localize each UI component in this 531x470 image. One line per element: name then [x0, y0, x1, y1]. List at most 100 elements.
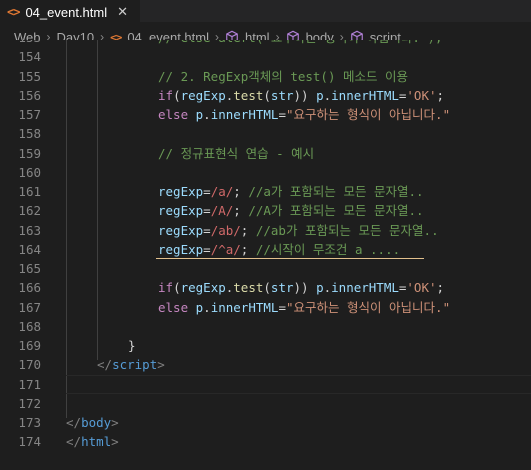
- code-line[interactable]: 161 regExp=/a/; //a가 포함되는 모든 문자열..: [0, 182, 531, 201]
- code-line[interactable]: 169}: [0, 336, 531, 355]
- code-token: .: [203, 107, 211, 122]
- code-token: ;: [240, 241, 256, 257]
- code-token: /^a/: [210, 241, 241, 257]
- code-text: }: [128, 336, 136, 355]
- code-line[interactable]: 171: [0, 374, 531, 394]
- code-line[interactable]: 155 // 2. RegExp객체의 test() 메소드 이용: [0, 67, 531, 86]
- code-token: </: [66, 434, 82, 450]
- code-text: regExp=/a/; //a가 포함되는 모든 문자열..: [158, 182, 424, 201]
- current-line-highlight: [66, 374, 531, 394]
- tab-04-event-html[interactable]: <> 04_event.html ✕: [0, 0, 140, 23]
- code-token: p: [316, 87, 324, 103]
- code-text: else p.innerHTML="요구하는 형식이 아닙니다.": [158, 298, 450, 317]
- code-editor-window: <> 04_event.html ✕ Web › Day10 › <> 04_e…: [0, 0, 531, 470]
- tab-bar: <> 04_event.html ✕: [0, 0, 531, 23]
- code-text: // else alert('요구하는 형식이 아닙니다.');: [158, 40, 443, 47]
- code-token: regExp: [180, 87, 226, 103]
- code-text: if(regExp.test(str)) p.innerHTML='OK';: [158, 86, 444, 105]
- code-text: regExp=/^a/; //시작이 무조건 a ....: [158, 240, 400, 259]
- line-number: 168: [18, 318, 41, 334]
- code-token: str: [270, 87, 294, 103]
- code-token: =: [203, 241, 211, 257]
- code-token: innerHTML: [331, 280, 399, 296]
- code-line[interactable]: 160: [0, 163, 531, 182]
- code-token: regExp: [158, 203, 204, 219]
- code-token: )): [293, 87, 317, 103]
- code-line[interactable]: 162 regExp=/A/; //A가 포함되는 모든 문자열..: [0, 201, 531, 220]
- code-line[interactable]: 153 // else alert('요구하는 형식이 아닙니다.');: [0, 40, 531, 47]
- code-text: </body>: [66, 413, 119, 432]
- line-number: 166: [18, 280, 41, 296]
- code-token: regExp: [158, 222, 204, 238]
- code-token: innerHTML: [210, 107, 279, 122]
- code-line[interactable]: 166 if(regExp.test(str)) p.innerHTML='OK'…: [0, 278, 531, 297]
- code-token: //A가 포함되는 모든 문자열..: [248, 203, 424, 219]
- close-icon[interactable]: ✕: [117, 5, 128, 20]
- code-token: 'OK': [406, 280, 437, 296]
- code-line[interactable]: 157 else p.innerHTML="요구하는 형식이 아닙니다.": [0, 105, 531, 124]
- line-number: 162: [18, 203, 41, 219]
- code-token: script: [112, 357, 158, 373]
- line-number: 169: [18, 338, 41, 353]
- line-number: 165: [18, 261, 41, 276]
- code-line[interactable]: 168: [0, 317, 531, 336]
- code-token: >: [157, 357, 165, 373]
- code-token: 'OK': [406, 87, 437, 103]
- code-editor[interactable]: 153 // else alert('요구하는 형식이 아닙니다.'); 154 15…: [0, 40, 531, 470]
- code-token: (: [263, 87, 271, 103]
- code-token: innerHTML: [331, 87, 399, 103]
- line-number: 170: [18, 357, 41, 373]
- line-number: 173: [18, 415, 41, 430]
- code-line[interactable]: 154: [0, 47, 531, 66]
- line-number: 159: [18, 145, 41, 161]
- line-number: 164: [18, 241, 41, 257]
- code-token: regExp: [158, 184, 204, 199]
- code-token: </: [66, 415, 82, 430]
- code-line[interactable]: 164 regExp=/^a/; //시작이 무조건 a ....: [0, 240, 531, 259]
- line-number: 171: [18, 376, 41, 392]
- code-token: if: [158, 280, 174, 296]
- code-line[interactable]: 163 regExp=/ab/; //ab가 포함되는 모든 문자열..: [0, 221, 531, 240]
- line-number: 156: [18, 87, 41, 103]
- code-line[interactable]: 159 // 정규표현식 연습 - 예시: [0, 144, 531, 163]
- code-token: =: [278, 107, 286, 122]
- code-token: regExp: [158, 241, 204, 257]
- code-line[interactable]: 174 </html>: [0, 432, 531, 451]
- code-line[interactable]: 165: [0, 259, 531, 278]
- code-token: // else alert('요구하는 형식이 아닙니다.');: [158, 40, 443, 45]
- code-text: else p.innerHTML="요구하는 형식이 아닙니다.": [158, 105, 450, 124]
- code-token: //시작이 무조건 a ....: [255, 241, 401, 257]
- line-number: 163: [18, 222, 41, 238]
- code-text: if(regExp.test(str)) p.innerHTML='OK';: [158, 278, 444, 297]
- code-line[interactable]: 173 </body>: [0, 413, 531, 432]
- code-line[interactable]: 158: [0, 124, 531, 143]
- code-line[interactable]: 167 else p.innerHTML="요구하는 형식이 아닙니다.": [0, 298, 531, 317]
- code-token: ;: [436, 87, 445, 103]
- code-token: (: [173, 280, 181, 296]
- code-token: ;: [240, 222, 256, 238]
- code-line[interactable]: 172: [0, 394, 531, 413]
- code-token: if: [158, 87, 174, 103]
- code-token: ;: [233, 203, 249, 219]
- code-token: </: [97, 357, 113, 373]
- code-text: </script>: [97, 355, 165, 374]
- code-token: =: [278, 299, 286, 315]
- code-token: // 정규표현식 연습 - 예시: [158, 145, 315, 161]
- code-line[interactable]: 156 if(regExp.test(str)) p.innerHTML='OK'…: [0, 86, 531, 105]
- code-token: /a/: [210, 184, 234, 199]
- line-number: 174: [18, 434, 41, 450]
- code-token: /A/: [210, 203, 234, 219]
- code-text: // 정규표현식 연습 - 예시: [158, 144, 314, 163]
- line-number: 172: [18, 395, 41, 411]
- code-token: ;: [233, 184, 249, 199]
- code-text: regExp=/A/; //A가 포함되는 모든 문자열..: [158, 201, 424, 220]
- code-token: innerHTML: [210, 299, 279, 315]
- code-token: else: [158, 107, 189, 122]
- code-token: }: [128, 338, 136, 353]
- code-line[interactable]: 170 </script>: [0, 355, 531, 374]
- code-token: =: [203, 222, 211, 238]
- code-token: "요구하는 형식이 아닙니다.": [285, 299, 451, 315]
- line-number: 154: [18, 49, 41, 65]
- code-token: test: [233, 87, 264, 103]
- code-token: //ab가 포함되는 모든 문자열..: [255, 222, 439, 238]
